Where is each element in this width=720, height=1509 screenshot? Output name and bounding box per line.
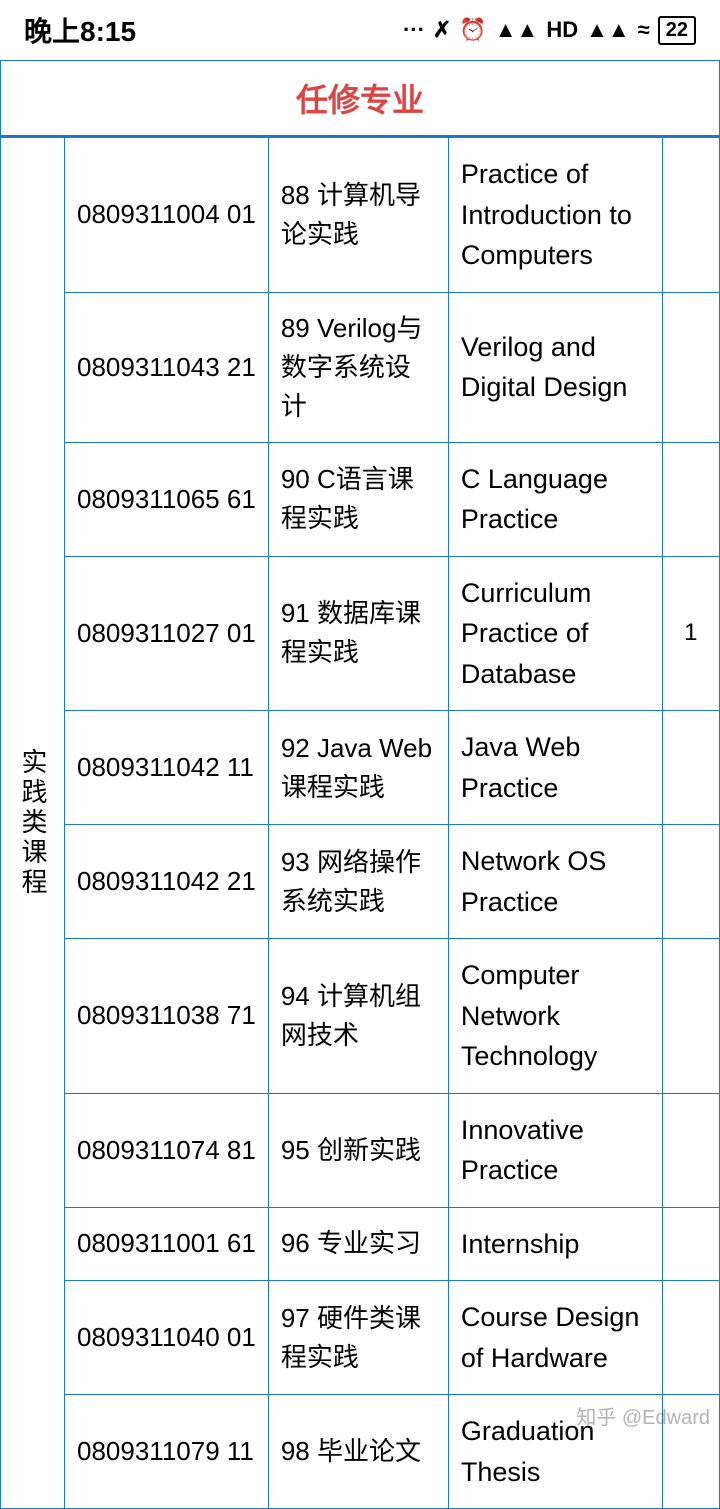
course-en-name: Innovative Practice [448, 1093, 662, 1207]
battery-icon: 22 [658, 16, 696, 45]
course-extra [662, 711, 719, 825]
course-extra [662, 825, 719, 939]
course-en-name: Computer Network Technology [448, 939, 662, 1094]
course-zh-name: 89 Verilog与数字系统设计 [268, 292, 448, 442]
table-row: 0809311042 1192 Java Web课程实践Java Web Pra… [1, 711, 720, 825]
course-en-name: C Language Practice [448, 442, 662, 556]
course-extra [662, 138, 719, 293]
course-zh-name: 95 创新实践 [268, 1093, 448, 1207]
signal-bars-icon: ▲▲ [495, 17, 539, 43]
hd-icon: HD [546, 17, 578, 43]
course-en-name: Course Design of Hardware [448, 1281, 662, 1395]
table-wrap: 实践类课程0809311004 0188 计算机导论实践Practice of … [0, 137, 720, 1509]
table-row: 0809311038 7194 计算机组网技术Computer Network … [1, 939, 720, 1094]
course-code: 0809311038 71 [65, 939, 269, 1094]
course-code: 0809311079 11 [65, 1395, 269, 1509]
status-bar: 晚上8:15 ··· ✗ ⏰ ▲▲ HD ▲▲ ≈ 22 [0, 0, 720, 60]
course-en-name: Network OS Practice [448, 825, 662, 939]
status-icons: ··· ✗ ⏰ ▲▲ HD ▲▲ ≈ 22 [403, 16, 696, 45]
course-extra [662, 1281, 719, 1395]
course-en-name: Verilog and Digital Design [448, 292, 662, 442]
course-code: 0809311065 61 [65, 442, 269, 556]
courses-table: 实践类课程0809311004 0188 计算机导论实践Practice of … [0, 137, 720, 1509]
signal-dots-icon: ··· [403, 17, 425, 43]
course-extra [662, 939, 719, 1094]
course-en-name: Practice of Introduction to Computers [448, 138, 662, 293]
course-extra [662, 292, 719, 442]
course-en-name: Java Web Practice [448, 711, 662, 825]
course-code: 0809311042 21 [65, 825, 269, 939]
course-code: 0809311001 61 [65, 1207, 269, 1281]
wifi-icon: ≈ [638, 17, 650, 43]
course-extra [662, 1093, 719, 1207]
course-code: 0809311004 01 [65, 138, 269, 293]
course-zh-name: 93 网络操作系统实践 [268, 825, 448, 939]
course-zh-name: 91 数据库课程实践 [268, 556, 448, 711]
course-zh-name: 94 计算机组网技术 [268, 939, 448, 1094]
table-row: 0809311065 6190 C语言课程实践C Language Practi… [1, 442, 720, 556]
course-zh-name: 98 毕业论文 [268, 1395, 448, 1509]
course-zh-name: 92 Java Web课程实践 [268, 711, 448, 825]
course-extra: 1 [662, 556, 719, 711]
bluetooth-icon: ✗ [433, 17, 451, 43]
course-en-name: Curriculum Practice of Database [448, 556, 662, 711]
table-row: 实践类课程0809311004 0188 计算机导论实践Practice of … [1, 138, 720, 293]
course-en-name: Internship [448, 1207, 662, 1281]
table-row: 0809311074 8195 创新实践Innovative Practice [1, 1093, 720, 1207]
course-zh-name: 90 C语言课程实践 [268, 442, 448, 556]
table-row: 0809311027 0191 数据库课程实践Curriculum Practi… [1, 556, 720, 711]
alarm-icon: ⏰ [459, 17, 486, 43]
table-row: 0809311043 2189 Verilog与数字系统设计Verilog an… [1, 292, 720, 442]
table-row: 0809311042 2193 网络操作系统实践Network OS Pract… [1, 825, 720, 939]
course-extra [662, 1207, 719, 1281]
signal-bars2-icon: ▲▲ [586, 17, 630, 43]
course-code: 0809311043 21 [65, 292, 269, 442]
table-row: 0809311001 6196 专业实习Internship [1, 1207, 720, 1281]
status-time: 晚上8:15 [24, 10, 136, 50]
watermark: 知乎 @Edward [576, 1401, 710, 1430]
course-code: 0809311074 81 [65, 1093, 269, 1207]
course-zh-name: 97 硬件类课程实践 [268, 1281, 448, 1395]
course-extra [662, 442, 719, 556]
course-code: 0809311027 01 [65, 556, 269, 711]
section-header: 任修专业 [1, 61, 719, 137]
course-zh-name: 88 计算机导论实践 [268, 138, 448, 293]
table-row: 0809311040 0197 硬件类课程实践Course Design of … [1, 1281, 720, 1395]
course-code: 0809311042 11 [65, 711, 269, 825]
course-code: 0809311040 01 [65, 1281, 269, 1395]
course-zh-name: 96 专业实习 [268, 1207, 448, 1281]
category-cell: 实践类课程 [1, 138, 65, 1509]
